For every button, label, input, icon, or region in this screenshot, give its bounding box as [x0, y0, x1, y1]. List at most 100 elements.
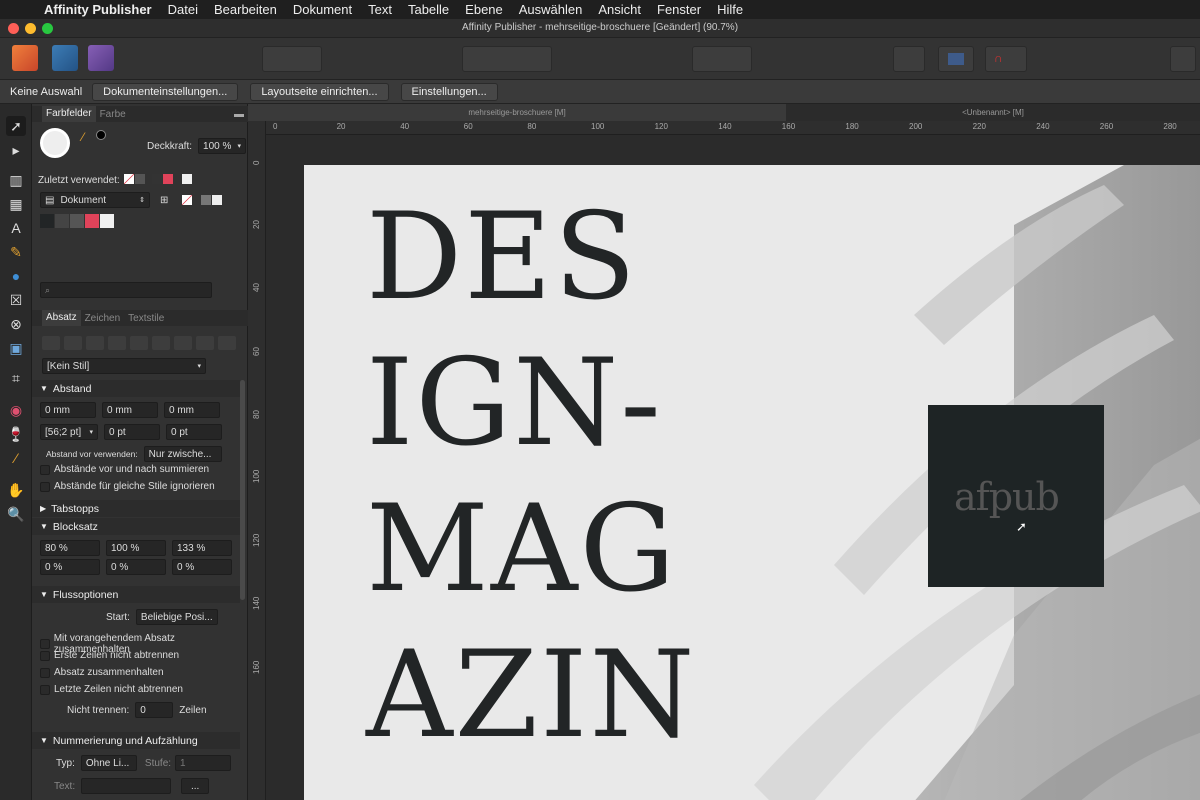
letter-spacing-min-field[interactable]: 0 % [40, 559, 100, 575]
align-right-button[interactable] [86, 336, 104, 350]
fill-color-well[interactable] [40, 128, 70, 158]
justify-right-button[interactable] [152, 336, 170, 350]
master-page-setup-button[interactable]: Layoutseite einrichten... [250, 82, 389, 101]
doc-tab-active[interactable]: mehrseitige-broschuere [M] [248, 104, 786, 121]
publisher-persona-icon[interactable] [12, 45, 38, 71]
keep-with-previous-checkbox[interactable] [40, 639, 50, 649]
crop-tool-icon[interactable]: ⌗ [6, 368, 26, 388]
minimize-window-button[interactable] [25, 23, 36, 34]
frame-text-tool-icon[interactable]: ▥ [6, 170, 26, 190]
keep-last-lines-checkbox[interactable] [40, 684, 50, 695]
tab-color[interactable]: Farbe [96, 109, 130, 120]
list-level-field[interactable]: 1 [175, 755, 232, 771]
doc-tab-untitled[interactable]: <Unbenannt> [M] [786, 104, 1200, 121]
move-tool-icon[interactable]: ➚ [6, 116, 26, 136]
list-type-dropdown[interactable]: Ohne Li... [80, 755, 137, 771]
designer-persona-icon[interactable] [88, 45, 114, 71]
section-numbering[interactable]: ▼ Nummerierung und Aufzählung [32, 732, 240, 749]
tab-paragraph[interactable]: Absatz [42, 310, 81, 326]
align-center-button[interactable] [64, 336, 82, 350]
word-spacing-desired-field[interactable]: 100 % [106, 540, 166, 556]
node-tool-icon[interactable]: ▸ [6, 140, 26, 160]
snapping-button[interactable]: ∩ [985, 46, 1027, 72]
preview-mode-button[interactable] [893, 46, 925, 72]
view-mode-button[interactable] [938, 46, 974, 72]
align-spine-button[interactable] [196, 336, 214, 350]
menu-bearbeiten[interactable]: Bearbeiten [206, 2, 285, 17]
headline-line-4[interactable]: AZIN [366, 623, 696, 769]
panel-scrollbar[interactable] [240, 380, 245, 600]
zoom-tool-icon[interactable]: 🔍 [6, 504, 26, 524]
frame-buttons-group[interactable] [462, 46, 552, 72]
palette-swatch-3[interactable] [70, 214, 84, 228]
insert-buttons-group[interactable] [262, 46, 322, 72]
space-before-field[interactable]: 0 pt [104, 424, 160, 440]
place-image-tool-icon[interactable]: ▣ [6, 338, 26, 358]
eyedropper-icon[interactable]: ⁄ [82, 130, 84, 144]
letter-spacing-max-field[interactable]: 0 % [172, 559, 232, 575]
nobreak-field[interactable]: 0 [135, 702, 174, 718]
panel-menu-icon[interactable]: ▬ [230, 109, 248, 120]
list-text-field[interactable] [81, 778, 172, 794]
pen-tool-icon[interactable]: ✎ [6, 242, 26, 262]
opacity-field[interactable]: 100 % ▾ [198, 138, 247, 154]
headline-line-3[interactable]: MAG [366, 477, 677, 623]
zoom-window-button[interactable] [42, 23, 53, 34]
horizontal-ruler[interactable]: 0 20 40 60 80 100 120 140 160 180 200 220 240 260 280 [266, 121, 1200, 135]
section-tabstops[interactable]: ▶ Tabstopps [32, 500, 240, 517]
swatch-gray[interactable] [134, 174, 145, 184]
swatch-none-2[interactable] [182, 195, 193, 205]
space-after-field[interactable]: 0 pt [166, 424, 222, 440]
palette-swatch-4[interactable] [85, 214, 99, 228]
artistic-text-tool-icon[interactable]: A [6, 218, 26, 238]
close-window-button[interactable] [8, 23, 19, 34]
swatch-white-2[interactable] [212, 195, 223, 205]
menu-dokument[interactable]: Dokument [285, 2, 360, 17]
fill-tool-icon[interactable]: 🍷 [6, 424, 26, 444]
ellipse-tool-icon[interactable]: ● [6, 266, 26, 286]
stroke-color-well[interactable] [96, 130, 106, 140]
word-spacing-max-field[interactable]: 133 % [172, 540, 232, 556]
menu-ebene[interactable]: Ebene [457, 2, 511, 17]
menu-ansicht[interactable]: Ansicht [590, 2, 649, 17]
apply-spacing-dropdown[interactable]: Nur zwische... [143, 446, 222, 462]
word-spacing-min-field[interactable]: 80 % [40, 540, 100, 556]
menu-hilfe[interactable]: Hilfe [709, 2, 751, 17]
letter-spacing-desired-field[interactable]: 0 % [106, 559, 166, 575]
page[interactable]: DES IGN- MAG AZIN afpub [304, 165, 1200, 800]
hand-tool-icon[interactable]: ✋ [6, 480, 26, 500]
eyedropper-tool-icon[interactable]: ⁄ [6, 448, 26, 468]
align-away-spine-button[interactable] [218, 336, 236, 350]
ignore-spacing-checkbox[interactable] [40, 481, 50, 492]
leading-field[interactable]: [56;2 pt] ▾ [40, 424, 98, 440]
tab-swatches[interactable]: Farbfelder [42, 106, 96, 122]
menu-app[interactable]: Affinity Publisher [36, 2, 160, 17]
menu-text[interactable]: Text [360, 2, 400, 17]
palette-swatch-2[interactable] [55, 214, 69, 228]
palette-swatch-5[interactable] [100, 214, 114, 228]
logo-box[interactable]: afpub [928, 405, 1104, 587]
color-picker-tool-icon[interactable]: ◉ [6, 400, 26, 420]
menu-tabelle[interactable]: Tabelle [400, 2, 457, 17]
sum-spacing-checkbox[interactable] [40, 464, 50, 475]
paragraph-style-dropdown[interactable]: [Kein Stil] ▾ [42, 358, 206, 374]
ellipse-frame-tool-icon[interactable]: ⊗ [6, 314, 26, 334]
swatch-white[interactable] [181, 174, 192, 184]
canvas[interactable]: DES IGN- MAG AZIN afpub ➚ [266, 135, 1200, 800]
menu-auswaehlen[interactable]: Auswählen [511, 2, 591, 17]
table-tool-icon[interactable]: ▦ [6, 194, 26, 214]
section-spacing[interactable]: ▼ Abstand [32, 380, 240, 397]
add-swatch-icon[interactable]: ⊞ [160, 195, 168, 206]
keep-together-checkbox[interactable] [40, 667, 50, 678]
section-justification[interactable]: ▼ Blocksatz [32, 518, 240, 535]
menu-fenster[interactable]: Fenster [649, 2, 709, 17]
start-dropdown[interactable]: Beliebige Posi... [135, 609, 218, 625]
palette-dropdown[interactable]: ▤ Dokument ⇕ [40, 192, 150, 208]
swatch-dark[interactable] [151, 174, 162, 184]
tab-text-styles[interactable]: Textstile [124, 313, 168, 324]
headline-line-1[interactable]: DES [366, 185, 638, 331]
indent-right-field[interactable]: 0 mm [102, 402, 158, 418]
photo-persona-icon[interactable] [52, 45, 78, 71]
justify-center-button[interactable] [130, 336, 148, 350]
menu-datei[interactable]: Datei [160, 2, 206, 17]
